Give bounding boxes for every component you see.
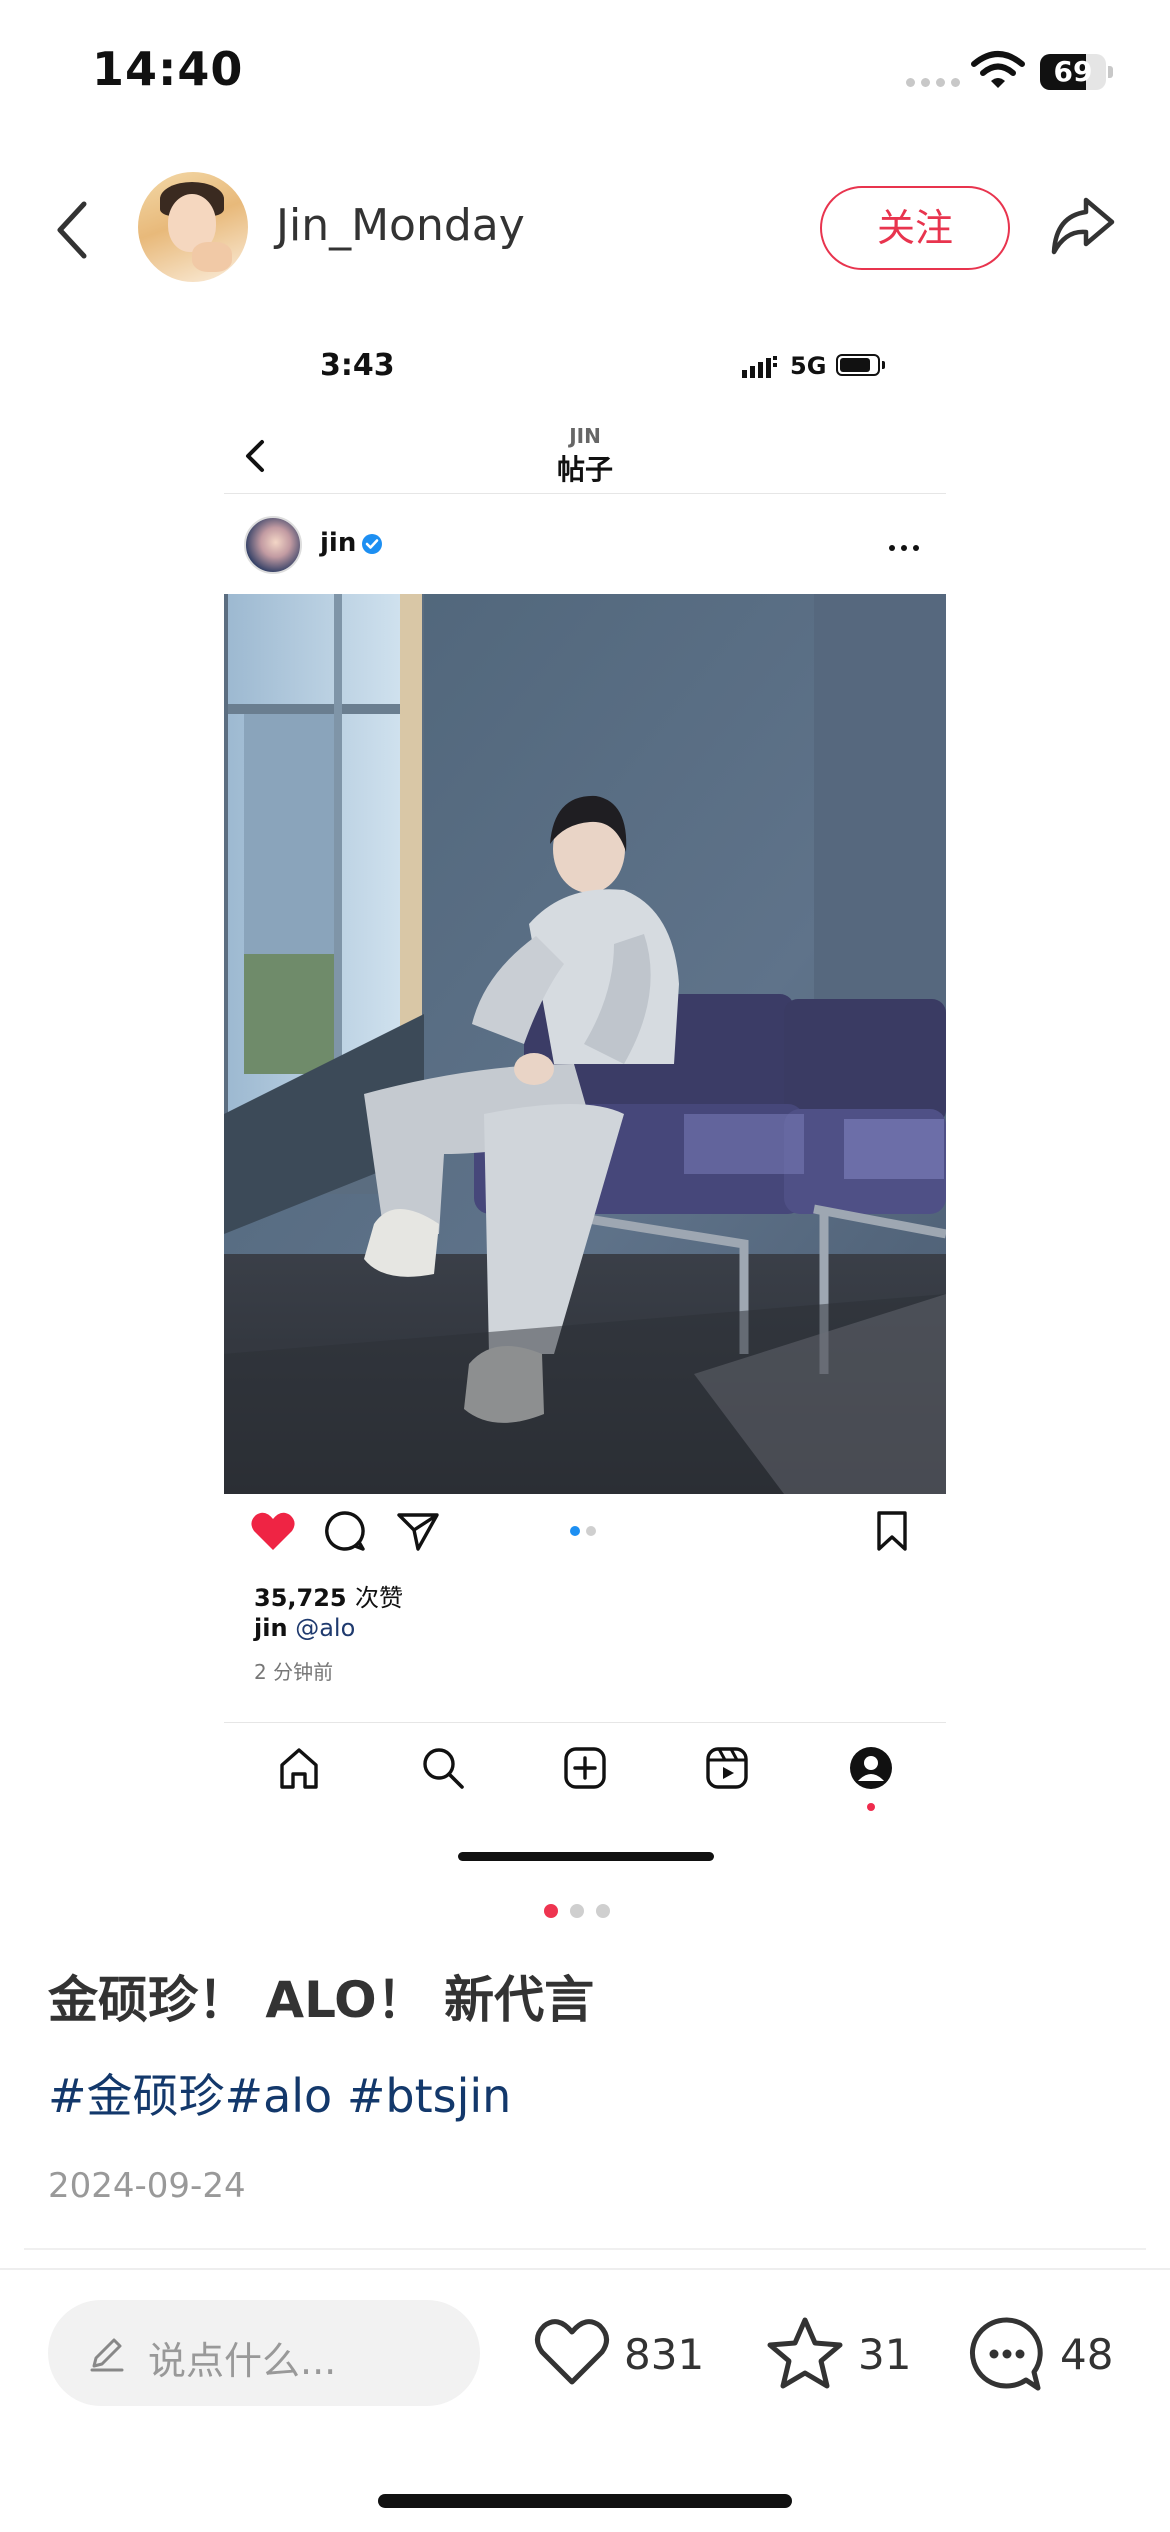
embedded-screenshot: 3:43 5G JIN 帖子 jin 35,725 次赞 jin @alo 2 …	[224, 330, 946, 1870]
star-icon	[767, 2317, 843, 2389]
embedded-likes-count: 35,725	[254, 1584, 347, 1612]
verified-icon	[362, 534, 382, 554]
follow-button[interactable]: 关注	[820, 186, 1010, 270]
cellular-signal-icon	[906, 78, 960, 87]
favorite-count: 31	[858, 2330, 912, 2379]
embedded-carousel-dot	[586, 1526, 596, 1536]
comment-count: 48	[1060, 2330, 1114, 2379]
carousel-dot	[596, 1904, 610, 1918]
embedded-nav-subtitle: JIN	[569, 424, 601, 448]
note-title: 金硕珍！ ALO！ 新代言	[48, 1971, 595, 2029]
carousel-dot	[570, 1904, 584, 1918]
search-icon	[423, 1748, 464, 1789]
note-header: Jin_Monday 关注	[0, 160, 1170, 300]
comment-icon	[325, 1511, 365, 1551]
embedded-avatar	[244, 516, 302, 574]
embedded-action-bar	[224, 1504, 946, 1564]
embedded-status-time: 3:43	[320, 348, 395, 383]
status-bar: 14:40 69	[0, 0, 1170, 140]
author-username[interactable]: Jin_Monday	[276, 200, 525, 251]
embedded-network-label: 5G	[790, 352, 827, 380]
heart-outline-icon	[535, 2319, 609, 2385]
more-icon	[889, 545, 919, 551]
embedded-signal-icon	[742, 356, 777, 378]
author-avatar[interactable]	[138, 172, 248, 282]
divider	[24, 2248, 1146, 2250]
embedded-caption-user: jin	[254, 1614, 288, 1642]
embedded-nav-title: 帖子	[556, 453, 613, 486]
like-count: 831	[624, 2330, 705, 2379]
wifi-icon	[971, 51, 1025, 88]
pencil-icon	[90, 2338, 124, 2372]
status-time: 14:40	[92, 42, 244, 96]
comment-button[interactable]: 48	[968, 2316, 1128, 2396]
comment-input[interactable]: 说点什么...	[48, 2300, 480, 2406]
embedded-caption-mention: @alo	[295, 1614, 356, 1642]
embedded-likes: 35,725 次赞	[254, 1578, 403, 1613]
share-icon[interactable]	[1048, 194, 1118, 258]
create-icon	[564, 1747, 606, 1789]
carousel-dot	[544, 1904, 558, 1918]
embedded-username: jin	[320, 528, 357, 558]
comment-bubble-icon	[970, 2317, 1043, 2391]
embedded-nav-bar: JIN 帖子	[224, 418, 946, 494]
embedded-time-ago: 2 分钟前	[254, 1660, 334, 1684]
carousel-dots	[544, 1904, 610, 1918]
embedded-tab-bar	[224, 1722, 946, 1822]
bottom-bar: 说点什么... 831 31 48	[0, 2268, 1170, 2438]
battery-icon: 69	[1040, 54, 1113, 90]
heart-icon	[251, 1512, 295, 1550]
embedded-home-indicator	[458, 1852, 714, 1861]
embedded-caption: jin @alo	[254, 1614, 355, 1642]
post-photo	[224, 594, 946, 1494]
embedded-carousel-dot	[570, 1526, 580, 1536]
profile-icon	[850, 1747, 892, 1789]
like-button[interactable]: 831	[534, 2316, 704, 2396]
bookmark-icon	[877, 1511, 907, 1551]
battery-level: 69	[1053, 55, 1093, 88]
favorite-button[interactable]: 31	[766, 2316, 911, 2396]
embedded-post-header: jin	[224, 510, 946, 586]
back-icon[interactable]	[52, 198, 92, 262]
home-indicator	[378, 2494, 792, 2508]
embedded-carousel-dots	[570, 1526, 596, 1536]
send-icon	[397, 1513, 439, 1551]
note-date: 2024-09-24	[48, 2166, 246, 2206]
embedded-likes-unit: 次赞	[354, 1584, 403, 1612]
note-hashtags[interactable]: #金硕珍#alo #btsjin	[48, 2060, 511, 2126]
home-icon	[280, 1748, 318, 1789]
comment-placeholder: 说点什么...	[148, 2339, 337, 2383]
profile-notification-dot	[867, 1803, 875, 1811]
embedded-battery-icon	[836, 354, 880, 376]
reels-icon	[706, 1747, 748, 1789]
